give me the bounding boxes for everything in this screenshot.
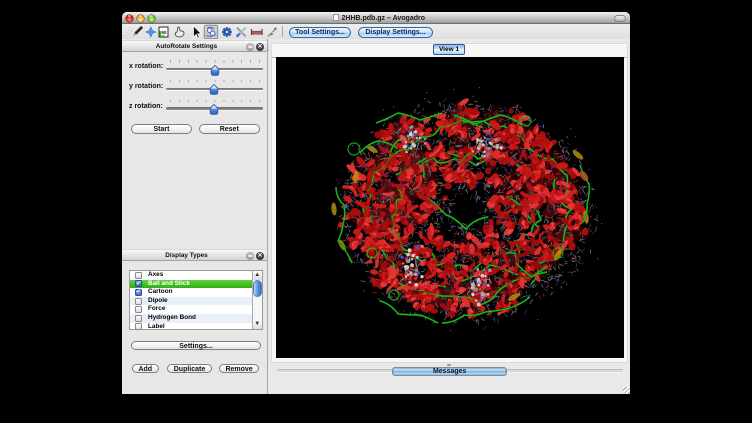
svg-text:90: 90 <box>161 30 167 36</box>
